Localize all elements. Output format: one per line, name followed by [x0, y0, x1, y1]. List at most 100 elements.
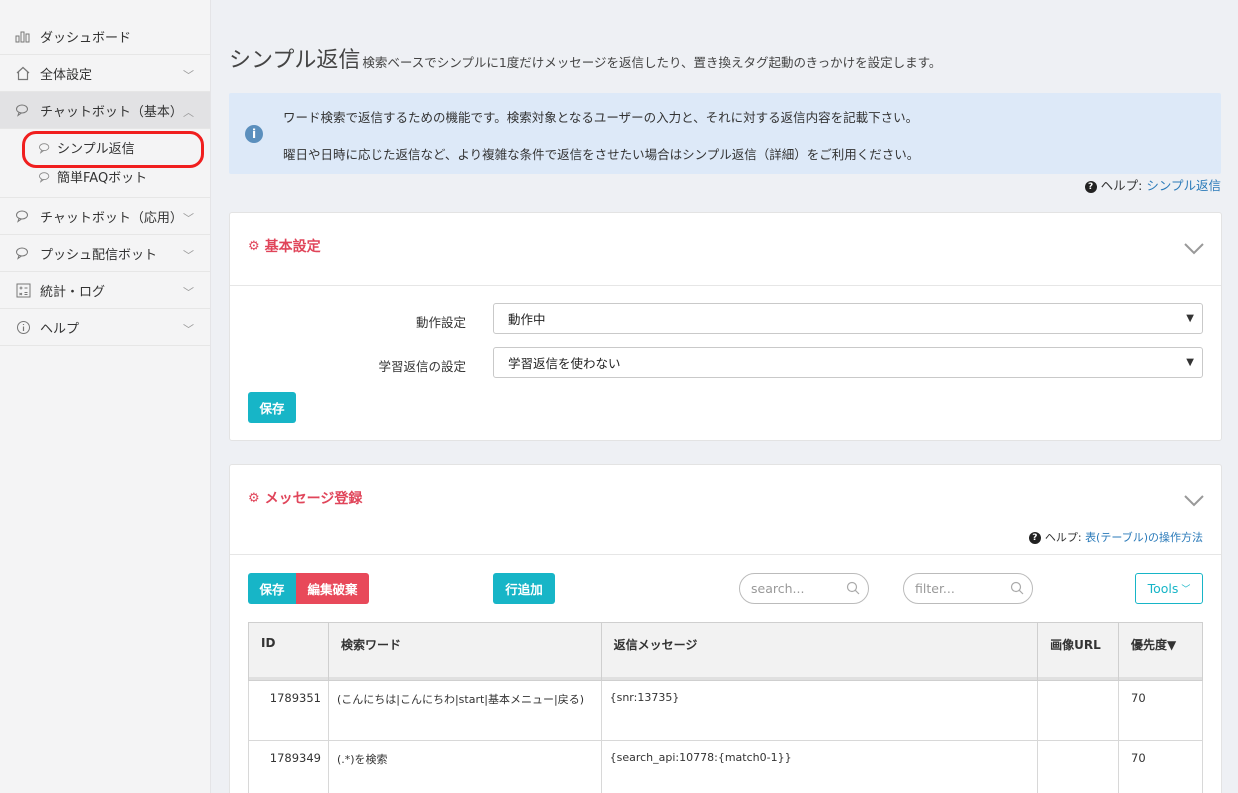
chat-icon	[38, 171, 52, 183]
sidebar-item-chatbot-basic[interactable]: チャットボット（基本） ︿	[0, 92, 210, 129]
operation-setting-label: 動作設定	[415, 315, 466, 330]
panel-title-text: 基本設定	[264, 239, 321, 255]
table-row[interactable]: 1789351 (こんにちは|こんにちわ|start|基本メニュー|戻る) {s…	[248, 680, 1203, 741]
help-prefix: ヘルプ:	[1100, 178, 1143, 193]
sidebar-subitem-label: 簡単FAQボット	[57, 171, 148, 186]
search-icon	[846, 581, 860, 595]
chevron-down-icon: ﹀	[183, 249, 194, 262]
sidebar-item-chatbot-advanced[interactable]: チャットボット（応用） ﹀	[0, 198, 210, 235]
cell-id[interactable]: 1789351	[248, 680, 329, 741]
page-subtitle: 検索ベースでシンプルに1度だけメッセージを返信したり、置き換えタグ起動のきっかけ…	[362, 55, 942, 70]
sidebar-item-label: チャットボット（基本）	[40, 104, 183, 120]
basic-settings-title: ⚙ 基本設定	[248, 236, 321, 256]
question-icon: ?	[1084, 181, 1097, 193]
sidebar-item-label: ヘルプ	[40, 321, 80, 337]
filter-input[interactable]: filter...	[903, 573, 1033, 604]
info-alert: i ワード検索で返信するための機能です。検索対象となるユーザーの入力と、それに対…	[229, 93, 1221, 174]
discard-edits-button[interactable]: 編集破棄	[296, 573, 369, 604]
chat-icon	[14, 244, 32, 262]
search-input[interactable]: search...	[739, 573, 869, 604]
chat-icon	[38, 142, 52, 154]
sidebar: ダッシュボード 全体設定 ﹀ チャットボット（基本） ︿ シンプル返信 簡単FA…	[0, 0, 211, 793]
select-value: 学習返信を使わない	[508, 356, 621, 371]
sidebar-item-label: ダッシュボード	[40, 30, 132, 46]
help-prefix: ヘルプ:	[1044, 531, 1082, 544]
cell-keyword[interactable]: (こんにちは|こんにちわ|start|基本メニュー|戻る)	[327, 680, 602, 741]
chevron-up-icon: ︿	[183, 106, 194, 119]
basic-save-button[interactable]: 保存	[248, 392, 296, 423]
filter-placeholder: filter...	[915, 581, 955, 596]
question-icon: ?	[1028, 532, 1041, 544]
chevron-down-icon: ﹀	[1181, 585, 1191, 595]
sidebar-item-help[interactable]: ヘルプ ﹀	[0, 309, 210, 346]
help-link-table[interactable]: 表(テーブル)の操作方法	[1085, 531, 1203, 544]
chevron-down-icon: ▼	[1186, 313, 1194, 324]
tools-label: Tools	[1147, 581, 1179, 596]
chat-icon	[14, 207, 32, 225]
column-header-keyword[interactable]: 検索ワード	[327, 622, 602, 681]
divider	[230, 285, 1221, 286]
chevron-down-icon: ▼	[1186, 357, 1194, 368]
sidebar-item-stats-log[interactable]: 統計・ログ ﹀	[0, 272, 210, 309]
chevron-down-icon: ﹀	[183, 69, 194, 82]
select-value: 動作中	[508, 312, 546, 327]
message-registration-title: ⚙ メッセージ登録	[248, 488, 362, 508]
cell-image-url[interactable]	[1037, 740, 1120, 793]
chevron-down-icon[interactable]	[1183, 494, 1205, 508]
messages-save-button[interactable]: 保存	[248, 573, 296, 604]
add-row-button[interactable]: 行追加	[493, 573, 555, 604]
column-header-image-url[interactable]: 画像URL	[1037, 622, 1120, 681]
cell-keyword[interactable]: (.*)を検索	[327, 740, 602, 793]
chevron-down-icon: ﹀	[183, 323, 194, 336]
basic-settings-panel: ⚙ 基本設定 動作設定 動作中 ▼ 学習返信の設定 学習返信を使わない ▼ 保存	[229, 212, 1222, 441]
search-placeholder: search...	[751, 581, 805, 596]
tools-dropdown-button[interactable]: Tools ﹀	[1135, 573, 1203, 604]
learning-reply-select[interactable]: 学習返信を使わない ▼	[493, 347, 1203, 378]
home-icon	[14, 64, 32, 82]
calculator-icon	[14, 281, 32, 299]
help-link-simple-reply[interactable]: シンプル返信	[1146, 178, 1221, 193]
main-content: シンプル返信 検索ベースでシンプルに1度だけメッセージを返信したり、置き換えタグ…	[211, 0, 1238, 793]
learning-reply-label: 学習返信の設定	[378, 359, 466, 374]
column-header-id[interactable]: ID	[248, 622, 329, 681]
gear-icon: ⚙	[248, 238, 260, 254]
cell-id[interactable]: 1789349	[248, 740, 329, 793]
panel-title-text: メッセージ登録	[264, 491, 363, 507]
info-icon: i	[245, 125, 263, 143]
chevron-down-icon: ﹀	[183, 286, 194, 299]
sidebar-subgroup: シンプル返信 簡単FAQボット	[0, 129, 210, 198]
sidebar-subitem-label: シンプル返信	[57, 142, 135, 157]
cell-reply[interactable]: {search_api:10778:{match0-1}}	[600, 740, 1039, 793]
search-icon	[1010, 581, 1024, 595]
info-line-2: 曜日や日時に応じた返信など、より複雑な条件で返信をさせたい場合はシンプル返信（詳…	[283, 147, 920, 162]
sidebar-subitem-simple-reply[interactable]: シンプル返信	[0, 131, 210, 168]
cell-reply[interactable]: {snr:13735}	[600, 680, 1039, 741]
message-registration-panel: ⚙ メッセージ登録 ? ヘルプ: 表(テーブル)の操作方法 保存 編集破棄 行追加…	[229, 464, 1222, 793]
cell-priority[interactable]: 70	[1118, 740, 1203, 793]
sidebar-item-settings[interactable]: 全体設定 ﹀	[0, 55, 210, 92]
page-header: シンプル返信 検索ベースでシンプルに1度だけメッセージを返信したり、置き換えタグ…	[229, 42, 941, 74]
table-help-row: ? ヘルプ: 表(テーブル)の操作方法	[1028, 529, 1203, 545]
help-link-row: ? ヘルプ: シンプル返信	[1084, 175, 1221, 194]
sidebar-item-label: 統計・ログ	[40, 284, 106, 300]
column-header-priority[interactable]: 優先度▼	[1118, 622, 1203, 681]
gear-icon: ⚙	[248, 490, 260, 506]
operation-setting-select[interactable]: 動作中 ▼	[493, 303, 1203, 334]
page-title: シンプル返信	[229, 48, 361, 73]
sidebar-item-label: 全体設定	[40, 67, 93, 83]
column-header-reply[interactable]: 返信メッセージ	[600, 622, 1039, 681]
sidebar-item-label: プッシュ配信ボット	[40, 247, 158, 263]
cell-image-url[interactable]	[1037, 680, 1120, 741]
info-line-1: ワード検索で返信するための機能です。検索対象となるユーザーの入力と、それに対する…	[283, 110, 919, 125]
table-row[interactable]: 1789349 (.*)を検索 {search_api:10778:{match…	[248, 740, 1203, 793]
bar-chart-icon	[14, 27, 32, 45]
messages-table: ID 検索ワード 返信メッセージ 画像URL 優先度▼ 1789351 (こんに…	[248, 622, 1203, 793]
chevron-down-icon: ﹀	[183, 212, 194, 225]
divider	[230, 554, 1221, 555]
cell-priority[interactable]: 70	[1118, 680, 1203, 741]
chat-icon	[14, 101, 32, 119]
sidebar-item-dashboard[interactable]: ダッシュボード	[0, 18, 210, 55]
sidebar-item-label: チャットボット（応用）	[40, 210, 183, 226]
chevron-down-icon[interactable]	[1183, 242, 1205, 256]
sidebar-item-push-bot[interactable]: プッシュ配信ボット ﹀	[0, 235, 210, 272]
